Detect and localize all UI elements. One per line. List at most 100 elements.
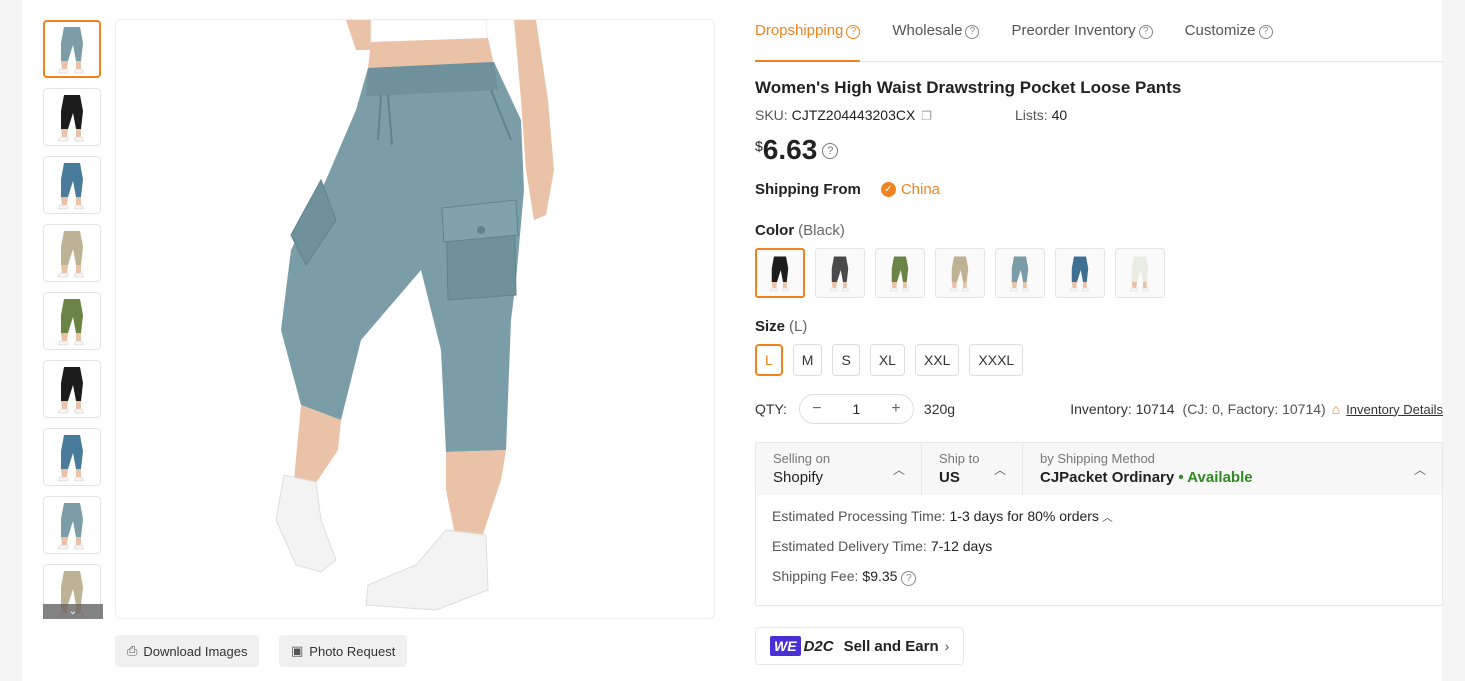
pants-thumbnail-icon — [889, 256, 910, 292]
chevron-up-icon: ︿ — [993, 463, 1006, 477]
shipping-from-country[interactable]: China — [901, 181, 940, 198]
help-icon[interactable]: ? — [1138, 25, 1153, 39]
chevron-down-icon[interactable]: ⌄ — [43, 604, 103, 619]
pants-thumbnail-icon — [57, 163, 85, 210]
delivery-value: 7-12 days — [930, 538, 993, 554]
image-download-icon: ⎙ — [127, 643, 138, 658]
size-option[interactable]: XL — [869, 344, 905, 376]
color-swatch[interactable] — [1115, 248, 1165, 298]
help-icon[interactable]: ? — [901, 571, 917, 586]
color-swatch[interactable] — [755, 248, 805, 298]
product-thumbnail[interactable] — [43, 224, 101, 282]
tab-preorder-inventory[interactable]: Preorder Inventory? — [1011, 0, 1153, 61]
download-images-button[interactable]: ⎙ Download Images — [115, 635, 260, 667]
product-thumbnail[interactable] — [43, 360, 101, 418]
quantity-input[interactable] — [836, 401, 877, 417]
selling-on-select[interactable]: Selling on Shopify ︿ — [756, 443, 922, 495]
help-icon[interactable]: ? — [1258, 25, 1273, 39]
product-thumbnail[interactable] — [43, 20, 101, 78]
product-weight: 320g — [923, 401, 956, 417]
pants-thumbnail-icon — [57, 435, 85, 482]
size-option[interactable]: XXL — [914, 344, 960, 376]
product-details: Dropshipping? Wholesale? Preorder Invent… — [755, 0, 1443, 665]
warehouse-icon: ⌂ — [1331, 401, 1341, 417]
tab-wholesale[interactable]: Wholesale? — [892, 0, 980, 61]
pants-thumbnail-icon — [57, 95, 85, 142]
product-thumbnail[interactable] — [43, 156, 101, 214]
delivery-label: Estimated Delivery Time: — [772, 538, 927, 554]
pants-thumbnail-icon — [57, 27, 85, 74]
price-amount: 6.63 — [762, 134, 818, 165]
pants-thumbnail-icon — [769, 256, 790, 292]
price: $ 6.63 ? — [755, 135, 1443, 165]
pants-thumbnail-icon — [829, 256, 850, 292]
size-label: Size — [755, 318, 786, 335]
color-swatch[interactable] — [935, 248, 985, 298]
inventory-info: Inventory: 10714 (CJ: 0, Factory: 10714)… — [1070, 401, 1443, 417]
tab-customize[interactable]: Customize? — [1185, 0, 1273, 61]
size-option[interactable]: M — [792, 344, 823, 376]
chevron-up-icon: ︿ — [892, 463, 905, 477]
product-thumbnail[interactable] — [43, 88, 101, 146]
chevron-right-icon: › — [944, 638, 950, 654]
product-thumbnail[interactable] — [43, 292, 101, 350]
photo-request-button[interactable]: ▣ Photo Request — [279, 635, 408, 667]
color-swatch[interactable] — [875, 248, 925, 298]
sku-value: CJTZ204443203CX — [791, 107, 916, 123]
video-icon: ▣ — [291, 643, 304, 658]
shipping-method-select[interactable]: by Shipping Method CJPacket Ordinary • A… — [1023, 443, 1442, 495]
copy-icon[interactable]: ❐ — [921, 109, 932, 123]
ship-to-country: US — [939, 469, 960, 486]
inventory-details-link[interactable]: Inventory Details — [1346, 402, 1443, 417]
we-logo: WE — [770, 636, 801, 656]
price-help-icon[interactable]: ? — [822, 143, 839, 159]
color-label: Color — [755, 222, 795, 239]
delivery-time: Estimated Delivery Time: 7-12 days — [772, 535, 1426, 565]
main-product-image[interactable] — [115, 19, 715, 619]
d2c-sell-and-earn-button[interactable]: WE D2C Sell and Earn › — [755, 627, 965, 665]
selling-on-label: Selling on — [773, 451, 831, 466]
inventory-count: Inventory: 10714 — [1070, 401, 1175, 417]
pants-thumbnail-icon — [57, 367, 85, 414]
shipping-selectors: Selling on Shopify ︿ Ship to US ︿ by Shi… — [756, 443, 1442, 495]
product-page: ⌄ ⎙ Download Images ▣ Photo Request Drop… — [22, 0, 1443, 681]
size-option[interactable]: L — [755, 344, 783, 376]
size-selected: (L) — [789, 318, 808, 335]
lists-label: Lists: — [1015, 107, 1048, 123]
availability-status: • Available — [1178, 469, 1253, 486]
color-swatch[interactable] — [1055, 248, 1105, 298]
quantity-stepper: − + — [798, 394, 914, 424]
plus-icon[interactable]: + — [889, 400, 903, 418]
shipping-from-label: Shipping From — [755, 181, 861, 198]
help-icon[interactable]: ? — [846, 25, 861, 39]
color-swatch[interactable] — [995, 248, 1045, 298]
selling-on-value: Shopify — [773, 469, 824, 486]
pants-thumbnail-icon — [1129, 256, 1150, 292]
check-icon: ✓ — [880, 182, 896, 197]
sku-group: SKU: CJTZ204443203CX ❐ — [755, 107, 1015, 123]
help-icon[interactable]: ? — [965, 25, 980, 39]
product-meta: SKU: CJTZ204443203CX ❐ Lists: 40 — [755, 107, 1443, 123]
color-option-label: Color (Black) — [755, 222, 1443, 239]
size-option[interactable]: S — [832, 344, 860, 376]
pants-thumbnail-icon — [57, 231, 85, 278]
tab-dropshipping[interactable]: Dropshipping? — [755, 0, 861, 62]
color-swatch[interactable] — [815, 248, 865, 298]
product-title: Women's High Waist Drawstring Pocket Loo… — [755, 78, 1182, 97]
tab-label: Dropshipping — [755, 22, 844, 39]
pants-thumbnail-icon — [1009, 256, 1030, 292]
product-thumbnail[interactable] — [43, 496, 101, 554]
shipping-fee: Shipping Fee: $9.35? — [772, 565, 1426, 595]
color-swatches — [755, 248, 1443, 298]
inventory-breakdown: (CJ: 0, Factory: 10714) — [1182, 401, 1326, 417]
color-selected: (Black) — [798, 222, 845, 239]
minus-icon[interactable]: − — [810, 400, 824, 418]
fee-label: Shipping Fee: — [772, 568, 859, 584]
product-thumbnail[interactable] — [43, 428, 101, 486]
size-option[interactable]: XXXL — [969, 344, 1024, 376]
chevron-up-icon[interactable]: ︿ — [1102, 512, 1113, 524]
pants-thumbnail-icon — [1069, 256, 1090, 292]
size-options: L M S XL XXL XXXL — [755, 344, 1443, 376]
chevron-up-icon: ︿ — [1413, 463, 1426, 477]
ship-to-select[interactable]: Ship to US ︿ — [922, 443, 1023, 495]
